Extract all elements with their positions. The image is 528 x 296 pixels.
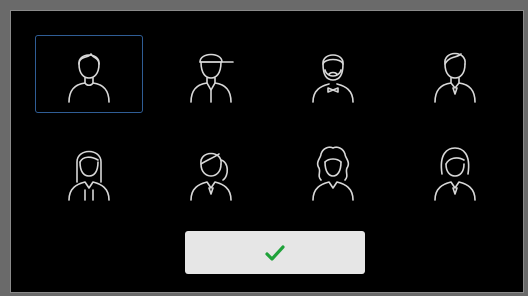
man-side-part-icon [434, 52, 476, 103]
man-short-hair-icon [68, 53, 110, 103]
avatar-grid [11, 11, 523, 211]
avatar-option-8[interactable] [401, 133, 509, 211]
avatar-option-6[interactable] [157, 133, 265, 211]
avatar-option-2[interactable] [157, 35, 265, 113]
confirm-button[interactable] [185, 231, 365, 274]
woman-ponytail-icon [190, 152, 232, 201]
checkmark-icon [265, 244, 285, 261]
man-cap-icon [190, 53, 234, 103]
avatar-option-7[interactable] [279, 133, 387, 211]
avatar-option-3[interactable] [279, 35, 387, 113]
woman-bob-hair-icon [434, 147, 476, 201]
woman-long-hair-icon [68, 150, 110, 201]
avatar-option-4[interactable] [401, 35, 509, 113]
avatar-option-1[interactable] [35, 35, 143, 113]
avatar-picker-dialog [10, 10, 524, 293]
avatar-option-5[interactable] [35, 133, 143, 211]
man-beard-bowtie-icon [312, 54, 354, 103]
woman-curly-hair-icon [312, 146, 354, 201]
